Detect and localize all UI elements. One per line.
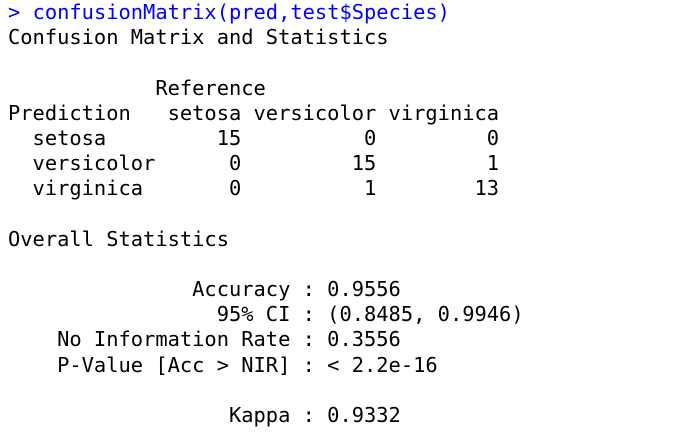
console-command: confusionMatrix(pred,test$Species) [32, 0, 450, 24]
console-prompt: > [8, 0, 33, 24]
output-blank-line [8, 252, 680, 277]
ci-stat: 95% CI : (0.8485, 0.9946) [8, 302, 524, 327]
command-line: > confusionMatrix(pred,test$Species) [8, 0, 680, 25]
pvalue-stat: P-Value [Acc > NIR] : < 2.2e-16 [8, 352, 438, 377]
matrix-reference-header: Reference [8, 75, 266, 100]
overall-statistics-heading: Overall Statistics [8, 226, 229, 251]
r-console[interactable]: > confusionMatrix(pred,test$Species) Con… [8, 0, 680, 441]
matrix-row-versicolor: versicolor 0 15 1 [8, 151, 500, 176]
output-blank-line [8, 202, 680, 227]
output-blank-line [8, 378, 680, 403]
accuracy-stat: Accuracy : 0.9556 [8, 277, 401, 302]
nir-stat: No Information Rate : 0.3556 [8, 327, 401, 352]
matrix-row-virginica: virginica 0 1 13 [8, 176, 500, 201]
matrix-column-header: Prediction setosa versicolor virginica [8, 100, 500, 125]
output-blank-line [8, 50, 680, 75]
kappa-stat: Kappa : 0.9332 [8, 403, 401, 427]
matrix-row-setosa: setosa 15 0 0 [8, 125, 500, 150]
output-title: Confusion Matrix and Statistics [8, 25, 389, 50]
